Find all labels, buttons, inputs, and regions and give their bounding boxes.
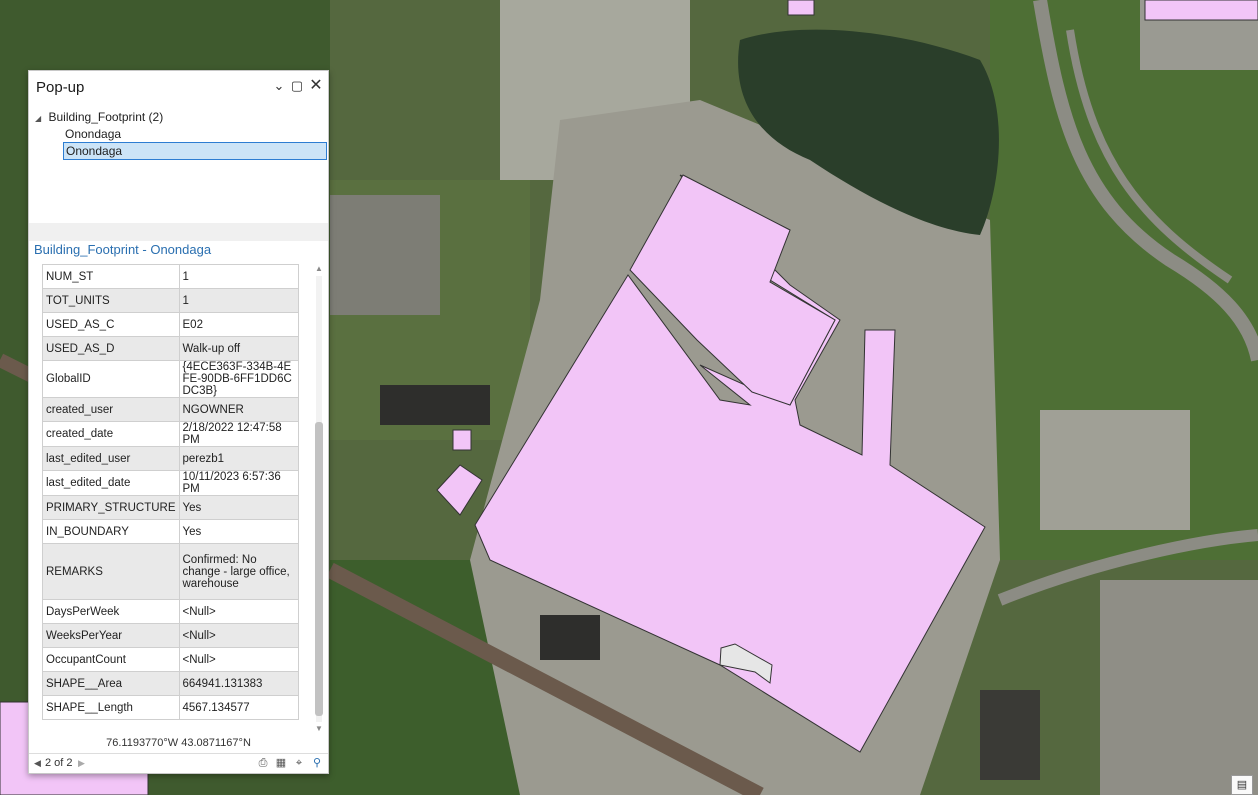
table-row: GlobalID {4ECE363F-334B-4EFE-90DB-6FF1DD6…	[42, 360, 299, 398]
pan-to-icon[interactable]: ⌖	[292, 756, 306, 770]
zoom-to-icon[interactable]: ⚲	[310, 756, 324, 770]
print-icon[interactable]: ⎙	[256, 756, 270, 770]
attr-key: WeeksPerYear	[42, 623, 180, 648]
attr-key: PRIMARY_STRUCTURE	[42, 495, 180, 520]
triangle-right-icon[interactable]: ▶	[78, 758, 85, 769]
tree-item-onondaga-2[interactable]: Onondaga	[63, 142, 327, 160]
table-row: PRIMARY_STRUCTURE Yes	[42, 495, 299, 520]
table-row: OccupantCount <Null>	[42, 647, 299, 672]
table-row: USED_AS_D Walk-up off	[42, 336, 299, 361]
attr-value: <Null>	[178, 647, 299, 672]
attr-value: 2/18/2022 12:47:58 PM	[178, 421, 299, 447]
scroll-thumb[interactable]	[315, 422, 323, 716]
tree-group-label: Building_Footprint (2)	[48, 110, 164, 124]
table-row: last_edited_date 10/11/2023 6:57:36 PM	[42, 470, 299, 496]
attr-key: last_edited_date	[42, 470, 180, 496]
attr-key: NUM_ST	[42, 264, 180, 289]
attr-value: 4567.134577	[178, 695, 299, 720]
attr-value: <Null>	[178, 599, 299, 624]
scroll-down-icon[interactable]: ▼	[314, 724, 324, 734]
attr-value: E02	[178, 312, 299, 337]
tree-item-label: Onondaga	[66, 144, 123, 158]
attr-key: SHAPE__Area	[42, 671, 180, 696]
attr-key: USED_AS_C	[42, 312, 180, 337]
close-icon[interactable]: ✕	[307, 77, 325, 95]
popup-title: Pop-up	[36, 79, 85, 96]
attr-value: Yes	[178, 495, 299, 520]
popup-titlebar[interactable]: Pop-up ⌄ ▢ ✕	[29, 71, 328, 103]
attr-value: 10/11/2023 6:57:36 PM	[178, 470, 299, 496]
table-row: created_user NGOWNER	[42, 397, 299, 422]
table-row: IN_BOUNDARY Yes	[42, 519, 299, 544]
attr-value: <Null>	[178, 623, 299, 648]
attr-key: REMARKS	[42, 543, 180, 600]
table-row: created_date 2/18/2022 12:47:58 PM	[42, 421, 299, 447]
attribute-scrollbar[interactable]: ▲ ▼	[314, 264, 324, 734]
attr-key: SHAPE__Length	[42, 695, 180, 720]
scroll-up-icon[interactable]: ▲	[314, 264, 324, 274]
feature-title: Building_Footprint - Onondaga	[34, 242, 212, 257]
triangle-left-icon[interactable]: ◀	[34, 758, 41, 769]
attr-value: Walk-up off	[178, 336, 299, 361]
maximize-icon[interactable]: ▢	[288, 77, 306, 95]
attr-value: 664941.131383	[178, 671, 299, 696]
attr-key: TOT_UNITS	[42, 288, 180, 313]
feature-counter: 2 of 2	[45, 757, 73, 769]
export-icon[interactable]: ▦	[274, 756, 288, 770]
table-row: REMARKS Confirmed: No change - large offi…	[42, 543, 299, 600]
table-row: SHAPE__Length 4567.134577	[42, 695, 299, 720]
table-row: TOT_UNITS 1	[42, 288, 299, 313]
attr-key: DaysPerWeek	[42, 599, 180, 624]
attr-value: NGOWNER	[178, 397, 299, 422]
table-row: SHAPE__Area 664941.131383	[42, 671, 299, 696]
attr-value: Confirmed: No change - large office, war…	[178, 543, 299, 600]
attr-value: {4ECE363F-334B-4EFE-90DB-6FF1DD6CDC3B}	[178, 360, 299, 398]
panel-splitter[interactable]	[29, 223, 328, 241]
attr-value: Yes	[178, 519, 299, 544]
building-footprint-small-2[interactable]	[452, 429, 472, 451]
table-icon[interactable]: ▤	[1231, 775, 1253, 795]
table-row: DaysPerWeek <Null>	[42, 599, 299, 624]
attr-value: 1	[178, 264, 299, 289]
building-footprint-small-3[interactable]	[787, 0, 815, 16]
popup-feature-tree: ◢ Building_Footprint (2) Onondaga Ononda…	[29, 103, 328, 223]
popup-footer: ◀ 2 of 2 ▶ ⎙ ▦ ⌖ ⚲	[29, 753, 328, 774]
collapse-triangle-icon[interactable]: ◢	[35, 114, 41, 123]
tree-item-label: Onondaga	[65, 127, 122, 141]
attr-value: 1	[178, 288, 299, 313]
table-row: last_edited_user perezb1	[42, 446, 299, 471]
table-row: NUM_ST 1	[42, 264, 299, 289]
attr-value: perezb1	[178, 446, 299, 471]
attribute-table: NUM_ST 1 TOT_UNITS 1 USED_AS_C E02 USED_AS_…	[42, 264, 299, 720]
table-row: WeeksPerYear <Null>	[42, 623, 299, 648]
tree-item-onondaga-1[interactable]: Onondaga	[65, 126, 121, 142]
attr-key: OccupantCount	[42, 647, 180, 672]
attr-key: created_user	[42, 397, 180, 422]
attr-key: created_date	[42, 421, 180, 447]
tree-group-building-footprint[interactable]: ◢ Building_Footprint (2)	[35, 109, 163, 125]
attr-key: IN_BOUNDARY	[42, 519, 180, 544]
table-row: USED_AS_C E02	[42, 312, 299, 337]
attr-key: GlobalID	[42, 360, 180, 398]
coordinates-readout: 76.1193770°W 43.0871167°N	[106, 737, 251, 749]
attr-key: USED_AS_D	[42, 336, 180, 361]
attr-key: last_edited_user	[42, 446, 180, 471]
popup-window: Pop-up ⌄ ▢ ✕ ◢ Building_Footprint (2) On…	[28, 70, 329, 774]
building-footprint-small-4[interactable]	[1144, 0, 1258, 21]
chevron-down-icon[interactable]: ⌄	[270, 77, 288, 95]
